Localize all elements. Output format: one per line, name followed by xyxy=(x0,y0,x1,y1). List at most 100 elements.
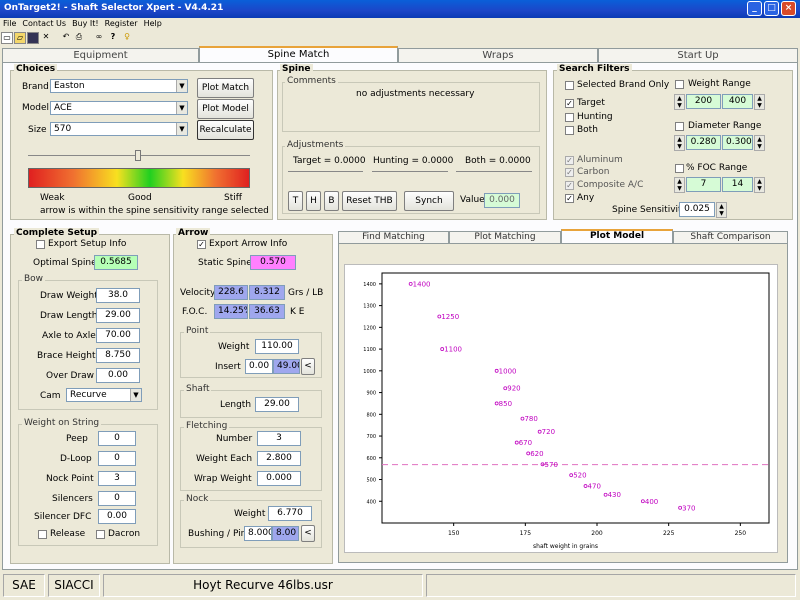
weight-min-spinner[interactable]: ▲ ▼ xyxy=(674,94,685,110)
bushing-field[interactable]: 8.000 xyxy=(244,526,272,541)
point-weight-field[interactable]: 110.00 xyxy=(255,339,299,354)
value-field[interactable]: 0.000 xyxy=(484,193,520,208)
recalculate-button[interactable]: Recalculate xyxy=(197,120,254,140)
spine-sensitivity-field[interactable]: 0.025 xyxy=(679,202,715,217)
maximize-button[interactable]: □ xyxy=(764,1,779,16)
tab-shaft-comparison[interactable]: Shaft Comparison xyxy=(673,231,788,243)
bushing-arrow-button[interactable]: < xyxy=(301,525,315,542)
weight-min-field[interactable]: 200 xyxy=(686,94,721,109)
menu-help[interactable]: Help xyxy=(141,18,165,29)
synch-button[interactable]: Synch xyxy=(404,191,454,211)
foc-min-spinner[interactable]: ▲ ▼ xyxy=(674,177,685,193)
insert-arrow-button[interactable]: < xyxy=(301,358,315,375)
brace-field[interactable]: 8.750 xyxy=(96,348,140,363)
export-arrow-checkbox[interactable]: ✓ xyxy=(197,240,206,249)
data-point-label: 1000 xyxy=(499,367,517,375)
tab-wraps[interactable]: Wraps xyxy=(398,48,598,62)
foc-max-field[interactable]: 14 xyxy=(722,177,753,192)
spine-sensitivity-spinner[interactable]: ▲ ▼ xyxy=(716,202,727,218)
target-adjust: Target = 0.0000 xyxy=(293,156,366,166)
export-setup-checkbox[interactable] xyxy=(36,240,45,249)
composite-checkbox[interactable]: ✓ xyxy=(565,181,574,190)
both-checkbox[interactable] xyxy=(565,126,574,135)
tab-find-matching[interactable]: Find Matching xyxy=(338,231,449,243)
length-label: Length xyxy=(220,400,252,410)
binoculars-icon[interactable]: ∞ xyxy=(93,32,105,44)
spine-plot: 400 500 600 700 800 900 1000 1100 1200 1300 1400 15… xyxy=(363,272,770,550)
close-button[interactable]: × xyxy=(781,1,796,16)
cam-select[interactable]: Recurve ▼ xyxy=(66,388,142,402)
data-point-label: 470 xyxy=(588,483,601,491)
peep-field[interactable]: 0 xyxy=(98,431,136,446)
foc-range-checkbox[interactable] xyxy=(675,164,684,173)
foc-min-field[interactable]: 7 xyxy=(686,177,721,192)
weight-max-spinner[interactable]: ▲ ▼ xyxy=(754,94,765,110)
weight-max-field[interactable]: 400 xyxy=(722,94,753,109)
diameter-min-field[interactable]: 0.280 xyxy=(686,135,721,150)
plot-model-button[interactable]: Plot Model xyxy=(197,99,254,119)
nock-weight-field[interactable]: 6.770 xyxy=(268,506,312,521)
length-field[interactable]: 29.00 xyxy=(255,397,299,412)
delete-icon[interactable]: ✕ xyxy=(40,32,52,44)
new-icon[interactable]: ▭ xyxy=(1,32,13,44)
spine-title: Spine xyxy=(280,64,313,74)
both-slider[interactable] xyxy=(456,171,532,172)
menu-file[interactable]: File xyxy=(0,18,19,29)
diameter-max-spinner[interactable]: ▲ ▼ xyxy=(754,135,765,151)
insert-field[interactable]: 0.00 xyxy=(245,359,273,374)
t-button[interactable]: T xyxy=(288,191,303,211)
info-icon[interactable]: ♀ xyxy=(121,32,133,44)
dloop-field[interactable]: 0 xyxy=(98,451,136,466)
draw-weight-field[interactable]: 38.0 xyxy=(96,288,140,303)
menu-register[interactable]: Register xyxy=(102,18,141,29)
silencer-dfc-field[interactable]: 0.00 xyxy=(98,509,136,524)
y-tick-label: 700 xyxy=(366,434,376,440)
silencers-field[interactable]: 0 xyxy=(98,491,136,506)
weight-range-checkbox[interactable] xyxy=(675,80,684,89)
menu-buy[interactable]: Buy It! xyxy=(69,18,102,29)
any-checkbox[interactable]: ✓ xyxy=(565,194,574,203)
release-checkbox[interactable] xyxy=(38,530,47,539)
nock-point-field[interactable]: 3 xyxy=(98,471,136,486)
menu-contact[interactable]: Contact Us xyxy=(19,18,69,29)
size-select[interactable]: 570 ▼ xyxy=(50,122,188,136)
x-tick-label: 225 xyxy=(663,530,675,537)
target-checkbox[interactable]: ✓ xyxy=(565,99,574,108)
hunting-checkbox[interactable] xyxy=(565,113,574,122)
wrap-weight-field[interactable]: 0.000 xyxy=(257,471,301,486)
save-icon[interactable] xyxy=(27,32,39,44)
model-select[interactable]: ACE ▼ xyxy=(50,101,188,115)
weight-each-field[interactable]: 2.800 xyxy=(257,451,301,466)
undo-icon[interactable]: ↶ xyxy=(60,32,72,44)
overdraw-field[interactable]: 0.00 xyxy=(96,368,140,383)
tab-plot-model[interactable]: Plot Model xyxy=(561,229,673,243)
draw-length-field[interactable]: 29.00 xyxy=(96,308,140,323)
axle-field[interactable]: 70.00 xyxy=(96,328,140,343)
tab-spine-match[interactable]: Spine Match xyxy=(199,46,398,63)
slider-thumb[interactable] xyxy=(135,150,141,161)
foc-max-spinner[interactable]: ▲ ▼ xyxy=(754,177,765,193)
tab-start-up[interactable]: Start Up xyxy=(598,48,798,62)
number-field[interactable]: 3 xyxy=(257,431,301,446)
target-slider[interactable] xyxy=(288,171,363,172)
dacron-checkbox[interactable] xyxy=(96,530,105,539)
tab-equipment[interactable]: Equipment xyxy=(2,48,199,62)
reset-thb-button[interactable]: Reset THB xyxy=(342,191,397,211)
carbon-checkbox[interactable]: ✓ xyxy=(565,168,574,177)
minimize-button[interactable]: _ xyxy=(747,1,762,16)
brand-select[interactable]: Easton ▼ xyxy=(50,79,188,93)
tab-plot-matching[interactable]: Plot Matching xyxy=(449,231,561,243)
diameter-max-field[interactable]: 0.300 xyxy=(722,135,753,150)
aluminum-checkbox[interactable]: ✓ xyxy=(565,156,574,165)
print-icon[interactable]: ⎙ xyxy=(73,32,85,44)
diameter-range-checkbox[interactable] xyxy=(675,122,684,131)
hunting-slider[interactable] xyxy=(372,171,448,172)
plot-match-button[interactable]: Plot Match xyxy=(197,78,254,98)
diameter-min-spinner[interactable]: ▲ ▼ xyxy=(674,135,685,151)
open-icon[interactable]: ▱ xyxy=(14,32,26,44)
selected-brand-checkbox[interactable] xyxy=(565,81,574,90)
x-tick-label: 175 xyxy=(520,530,532,537)
b-button[interactable]: B xyxy=(324,191,339,211)
h-button[interactable]: H xyxy=(306,191,321,211)
help-icon[interactable]: ? xyxy=(107,32,119,44)
